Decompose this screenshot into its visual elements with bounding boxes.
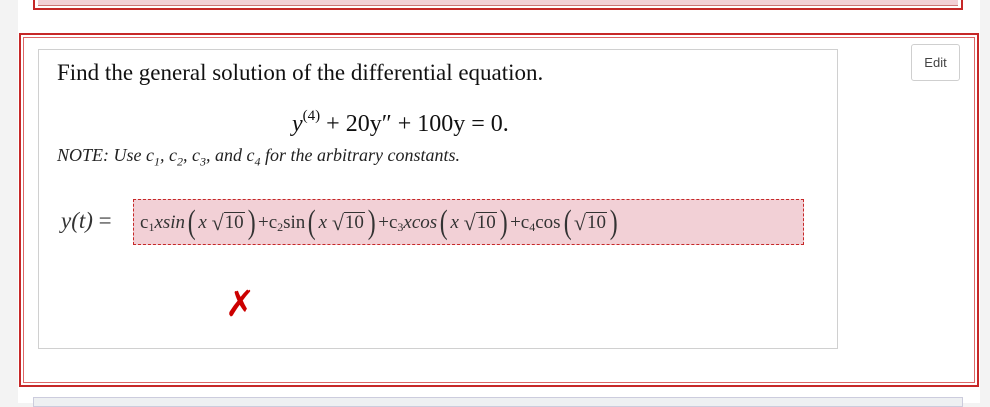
constant-c2: c2 <box>169 145 183 169</box>
term-c3: c3 <box>388 211 404 234</box>
close-paren: ) <box>247 204 256 241</box>
cross-mark-icon: ✗ <box>225 284 256 325</box>
note-sep1: , <box>160 145 169 165</box>
plus-sign: + <box>257 212 269 233</box>
constant-c3: c3 <box>192 145 206 169</box>
note-suffix: for the arbitrary constants. <box>260 145 461 165</box>
open-paren: ( <box>439 204 448 241</box>
sqrt-symbol: √ 10 <box>463 210 497 235</box>
term1-x: x <box>198 212 207 233</box>
note-sep2: , <box>183 145 192 165</box>
note-text: NOTE: Use c1, c2, c3, and c4 for the arb… <box>57 145 460 170</box>
term4-func: cos <box>535 212 561 233</box>
term3-x: x <box>450 212 459 233</box>
term2-x: x <box>318 212 328 233</box>
term-c4: c4 <box>520 211 536 234</box>
differential-equation: y(4) + 20y″ + 100y = 0. <box>292 108 509 138</box>
close-paren: ) <box>609 204 618 241</box>
plus-sign: + <box>378 212 389 233</box>
term1-func: xsin <box>154 212 186 233</box>
previous-question-answer-area <box>38 0 958 6</box>
next-question-card <box>33 397 963 407</box>
equation-order: (4) <box>302 108 321 124</box>
question-prompt: Find the general solution of the differe… <box>57 60 544 85</box>
answer-function: y(t) <box>61 208 93 233</box>
edit-button[interactable]: Edit <box>911 44 960 81</box>
term3-func: xcos <box>403 212 438 233</box>
open-paren: ( <box>187 204 196 241</box>
term-c2: c2 <box>268 211 284 234</box>
plus-sign: + <box>510 212 521 233</box>
open-paren: ( <box>563 204 572 241</box>
equation-rest: + 20y″ + 100y = 0. <box>320 111 509 137</box>
answer-equals: = <box>92 208 112 233</box>
term2-func: sin <box>283 212 306 233</box>
note-prefix: NOTE: Use <box>57 145 146 165</box>
close-paren: ) <box>367 204 376 241</box>
constant-c4: c4 <box>246 145 261 169</box>
constant-c1: c1 <box>146 145 160 169</box>
note-and: , and <box>206 145 247 165</box>
answer-label: y(t) = <box>61 208 112 234</box>
sqrt-symbol: √ 10 <box>211 210 245 235</box>
close-paren: ) <box>499 204 508 241</box>
sqrt-symbol: √ 10 <box>331 210 365 235</box>
equation-y: y <box>292 111 303 137</box>
term-c1: c1 <box>140 211 155 234</box>
open-paren: ( <box>308 204 316 241</box>
sqrt-symbol: √ 10 <box>573 210 607 235</box>
answer-expression: c1 xsin ( x √ 10 ) + c2 sin ( x √ 10 ) + c… <box>140 203 620 243</box>
